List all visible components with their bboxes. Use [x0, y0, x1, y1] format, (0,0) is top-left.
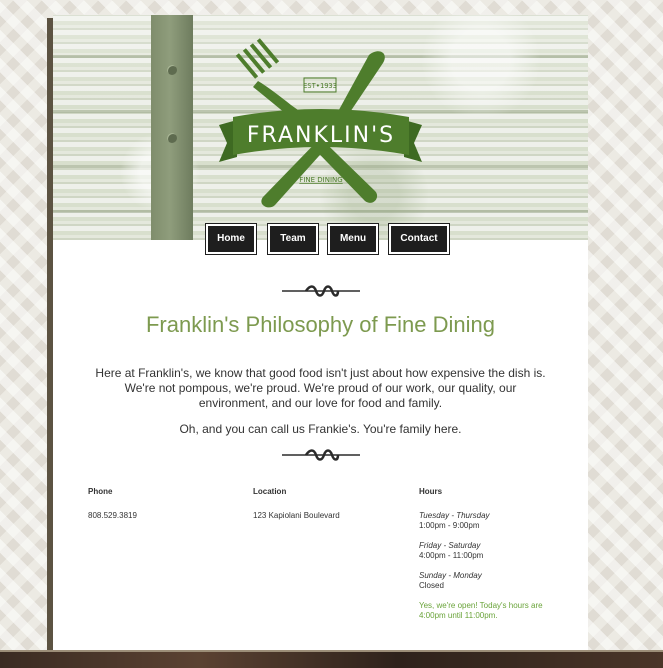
- logo-est-text: EST•1933: [303, 82, 337, 90]
- open-status-line: 4:00pm until 11:00pm.: [419, 611, 498, 620]
- open-status-line: Yes, we're open! Today's hours are: [419, 601, 543, 610]
- hours-days: Sunday - Monday: [419, 571, 482, 580]
- nav-team-button[interactable]: Team: [267, 223, 319, 255]
- phone-value[interactable]: 808.529.3819: [88, 511, 238, 521]
- ornament-divider-icon: [282, 449, 360, 461]
- hours-label: Hours: [419, 487, 443, 496]
- bottom-bar: [0, 650, 663, 668]
- logo-name-text: FRANKLIN'S: [247, 123, 395, 148]
- hero-banner: EST•1933 FRANKLIN'S FINE DINING: [53, 15, 588, 240]
- phone-label: Phone: [88, 487, 113, 496]
- nav-contact-button[interactable]: Contact: [388, 223, 450, 255]
- main-nav: Home Team Menu Contact: [53, 223, 588, 256]
- philosophy-paragraph-line: environment, and our love for food and f…: [198, 396, 443, 410]
- nav-menu-button[interactable]: Menu: [327, 223, 379, 255]
- location-value: 123 Kapiolani Boulevard: [253, 511, 340, 520]
- logo-tagline-text: FINE DINING: [299, 176, 342, 184]
- phone-column: Phone 808.529.3819: [88, 487, 238, 521]
- location-column: Location 123 Kapiolani Boulevard: [253, 487, 403, 521]
- hours-days: Friday - Saturday: [419, 541, 481, 550]
- nav-home-button[interactable]: Home: [205, 223, 257, 255]
- page-container: EST•1933 FRANKLIN'S FINE DINING Home Tea…: [53, 15, 588, 655]
- hours-days: Tuesday - Thursday: [419, 511, 490, 520]
- location-label: Location: [253, 487, 287, 496]
- ornament-divider-icon: [282, 285, 360, 297]
- philosophy-title: Franklin's Philosophy of Fine Dining: [145, 312, 496, 337]
- hours-time: 4:00pm - 11:00pm: [419, 551, 484, 560]
- philosophy-paragraph-line: We're not pompous, we're proud. We're pr…: [124, 381, 517, 395]
- philosophy-paragraph-line: Here at Franklin's, we know that good fo…: [95, 366, 546, 380]
- hours-time: 1:00pm - 9:00pm: [419, 521, 480, 530]
- hours-column: Hours Tuesday - Thursday 1:00pm - 9:00pm…: [419, 487, 569, 621]
- franklins-logo: EST•1933 FRANKLIN'S FINE DINING: [219, 38, 422, 208]
- hours-time: Closed: [419, 581, 444, 590]
- philosophy-paragraph-2: Oh, and you can call us Frankie's. You'r…: [179, 422, 462, 436]
